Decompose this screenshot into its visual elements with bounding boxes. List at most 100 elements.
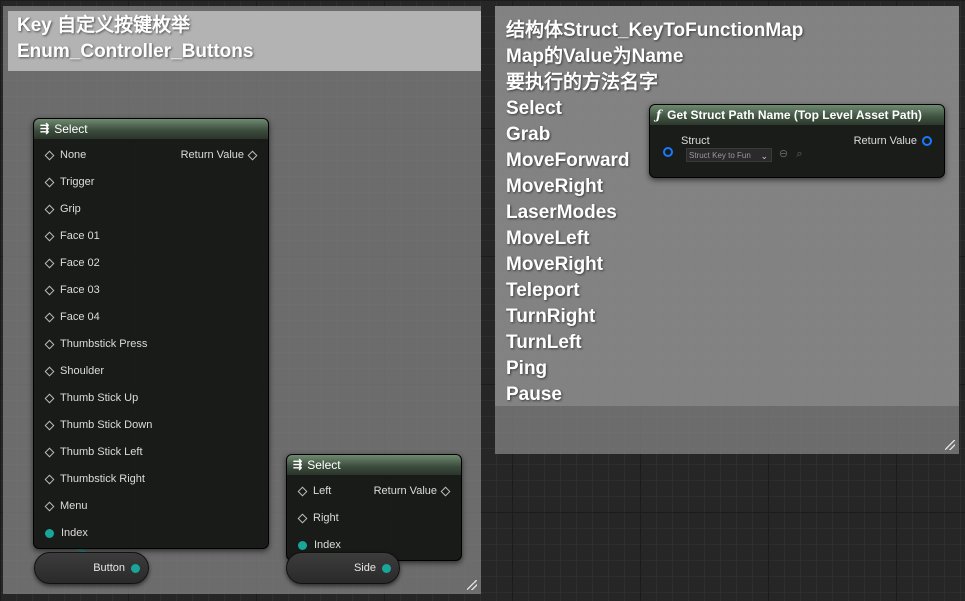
pin-row-option[interactable]: Menu [34, 498, 268, 514]
comment-line: TurnLeft [506, 332, 582, 353]
diamond-pin-icon[interactable] [440, 486, 451, 496]
pin-row-option[interactable]: Grip [34, 201, 268, 217]
pin-row-index[interactable]: Index [34, 525, 268, 541]
diamond-pin-icon[interactable] [44, 501, 55, 511]
comment-line: Ping [506, 358, 548, 379]
node-title: Select [54, 122, 88, 136]
index-label: Index [61, 527, 88, 539]
diamond-pin-icon[interactable] [44, 339, 55, 349]
comment-line: Pause [506, 384, 562, 405]
diamond-pin-icon[interactable] [297, 513, 308, 523]
pin-row-option[interactable]: Thumb Stick Up [34, 390, 268, 406]
comment-line: Map的Value为Name [506, 46, 684, 67]
option-label: Face 03 [60, 284, 100, 296]
comment-line: LaserModes [506, 202, 617, 223]
comment-line: MoveLeft [506, 228, 590, 249]
pin-row-struct[interactable]: Struct Return Value [650, 133, 944, 149]
resize-grip-icon[interactable] [467, 580, 477, 590]
option-label: Thumbstick Right [60, 473, 145, 485]
option-label: Thumb Stick Up [60, 392, 139, 404]
diamond-pin-icon[interactable] [44, 150, 55, 160]
option-label: Thumbstick Press [60, 338, 148, 350]
struct-dropdown[interactable]: Struct Key to Fun ⌄ [686, 148, 772, 162]
pin-row-option[interactable]: Face 04 [34, 309, 268, 325]
node-title: Get Struct Path Name (Top Level Asset Pa… [667, 108, 922, 122]
select-icon: ⇶ [293, 459, 302, 471]
option-label: Menu [60, 500, 88, 512]
comment-text-block: 结构体Struct_KeyToFunctionMap Map的Value为Nam… [495, 6, 814, 420]
diamond-pin-icon[interactable] [44, 204, 55, 214]
output-pin-icon[interactable] [131, 563, 140, 573]
output-pin-icon[interactable] [922, 136, 932, 146]
comment-line: 结构体Struct_KeyToFunctionMap [506, 20, 804, 41]
diamond-pin-icon[interactable] [44, 177, 55, 187]
node-header[interactable]: ƒ Get Struct Path Name (Top Level Asset … [650, 105, 944, 125]
pin-row-option[interactable]: Left Return Value [287, 483, 461, 499]
pin-row-option[interactable]: Thumb Stick Down [34, 417, 268, 433]
select-node-side[interactable]: ⇶ Select Left Return Value Right Index [286, 454, 462, 561]
diamond-pin-icon[interactable] [44, 366, 55, 376]
variable-label: Side [353, 562, 376, 574]
input-pin-icon[interactable] [663, 147, 673, 157]
comment-header[interactable]: Key 自定义按键枚举 Enum_Controller_Buttons [8, 11, 481, 71]
diamond-pin-icon[interactable] [44, 420, 55, 430]
dropdown-value: Struct Key to Fun [689, 151, 751, 160]
option-label: Grip [60, 203, 81, 215]
variable-node-side[interactable]: Side [286, 552, 400, 584]
output-pin-icon[interactable] [382, 563, 391, 573]
index-label: Index [314, 539, 341, 551]
index-pin-icon[interactable] [298, 540, 307, 550]
use-selected-icon[interactable]: ⊖ [777, 148, 790, 161]
option-label: Left [313, 485, 332, 497]
resize-grip-icon[interactable] [945, 440, 955, 450]
comment-box-struct[interactable]: 结构体Struct_KeyToFunctionMap Map的Value为Nam… [495, 6, 959, 454]
browse-icon[interactable]: ⌕ [793, 148, 806, 161]
pin-row-option[interactable]: Thumbstick Press [34, 336, 268, 352]
diamond-pin-icon[interactable] [44, 231, 55, 241]
return-value-label: Return Value [373, 485, 437, 497]
pin-row-option[interactable]: Face 02 [34, 255, 268, 271]
comment-title-line1: Key 自定义按键枚举 [17, 15, 191, 36]
diamond-pin-icon[interactable] [44, 285, 55, 295]
option-label: Thumb Stick Left [60, 446, 143, 458]
pin-row-index[interactable]: Index [287, 537, 461, 553]
return-value-label: Return Value [180, 149, 244, 161]
diamond-pin-icon[interactable] [44, 474, 55, 484]
option-label: Right [313, 512, 339, 524]
option-label: Face 02 [60, 257, 100, 269]
variable-label: Button [93, 562, 125, 574]
input-label: Struct [681, 135, 710, 147]
chevron-down-icon: ⌄ [760, 151, 768, 161]
option-label: Face 01 [60, 230, 100, 242]
diamond-pin-icon[interactable] [44, 258, 55, 268]
option-label: Trigger [60, 176, 95, 188]
pin-row-option[interactable]: Face 01 [34, 228, 268, 244]
node-header[interactable]: ⇶ Select [287, 455, 461, 475]
diamond-pin-icon[interactable] [44, 393, 55, 403]
comment-line: 要执行的方法名字 [506, 72, 659, 93]
comment-line: TurnRight [506, 306, 596, 327]
diamond-pin-icon[interactable] [44, 447, 55, 457]
option-label: None [60, 149, 87, 161]
option-label: Shoulder [60, 365, 105, 377]
pin-row-option[interactable]: Shoulder [34, 363, 268, 379]
variable-node-button[interactable]: Button [34, 552, 149, 584]
diamond-pin-icon[interactable] [297, 486, 308, 496]
node-title: Select [307, 458, 341, 472]
pin-row-option[interactable]: Trigger [34, 174, 268, 190]
diamond-pin-icon[interactable] [247, 150, 258, 160]
pin-row-option[interactable]: Face 03 [34, 282, 268, 298]
node-header[interactable]: ⇶ Select [34, 119, 268, 139]
pin-row-option[interactable]: Thumbstick Right [34, 471, 268, 487]
function-icon: ƒ [656, 108, 662, 122]
option-label: Thumb Stick Down [60, 419, 153, 431]
select-node-buttons[interactable]: ⇶ Select None Return Value Trigger Grip … [33, 118, 269, 549]
function-node-get-struct-path-name[interactable]: ƒ Get Struct Path Name (Top Level Asset … [649, 104, 945, 178]
diamond-pin-icon[interactable] [44, 312, 55, 322]
comment-line: MoveRight [506, 254, 604, 275]
pin-row-option[interactable]: Thumb Stick Left [34, 444, 268, 460]
comment-line: Teleport [506, 280, 580, 301]
pin-row-option[interactable]: None Return Value [34, 147, 268, 163]
index-pin-icon[interactable] [45, 528, 54, 538]
pin-row-option[interactable]: Right [287, 510, 461, 526]
